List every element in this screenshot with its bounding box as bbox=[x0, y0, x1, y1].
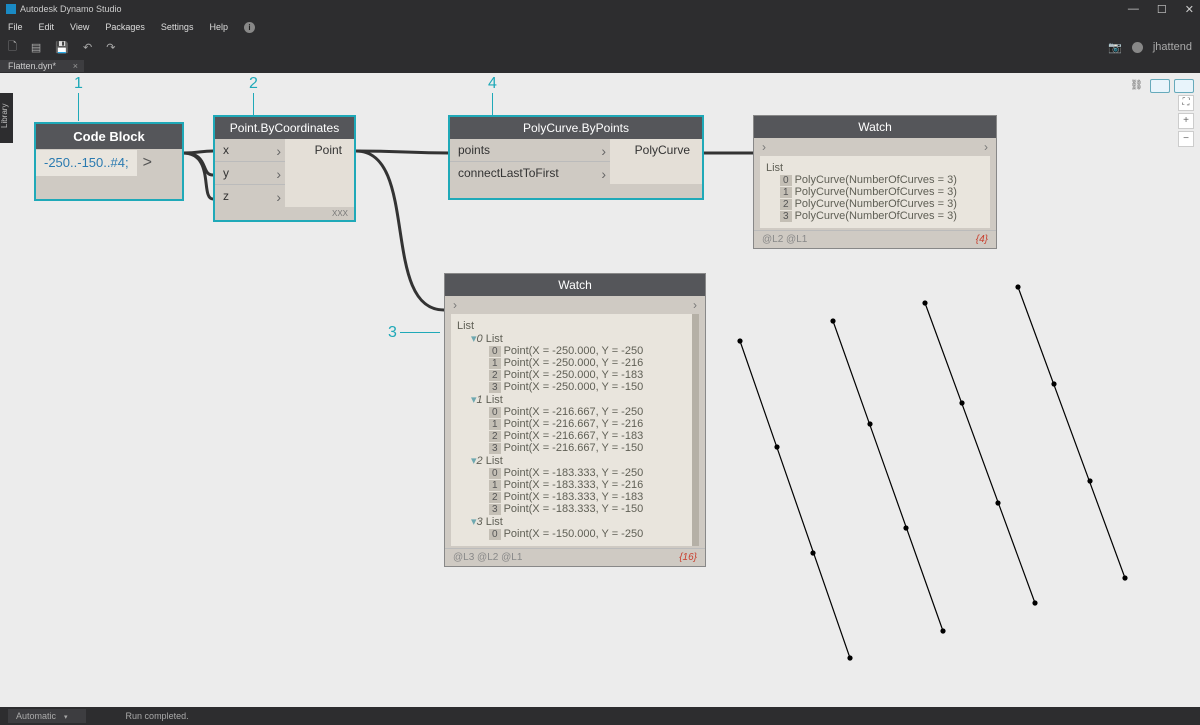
annotation-line bbox=[253, 93, 254, 115]
menu-view[interactable]: View bbox=[70, 22, 89, 32]
menu-settings[interactable]: Settings bbox=[161, 22, 194, 32]
document-tab[interactable]: Flatten.dyn* × bbox=[0, 60, 84, 72]
fit-view-button[interactable]: ⛶ bbox=[1178, 95, 1194, 111]
input-port-x[interactable]: x bbox=[215, 139, 285, 162]
output-port[interactable]: > bbox=[137, 149, 158, 177]
app-title: Autodesk Dynamo Studio bbox=[20, 4, 122, 14]
open-file-icon[interactable]: ▤ bbox=[31, 41, 41, 54]
code-block-node[interactable]: Code Block -250..-150..#4; > bbox=[34, 122, 184, 201]
node-title: Watch bbox=[445, 274, 705, 296]
code-text[interactable]: -250..-150..#4; bbox=[36, 150, 137, 176]
menu-help[interactable]: Help bbox=[209, 22, 228, 32]
node-title: Watch bbox=[754, 116, 996, 138]
watch-out-port[interactable]: › bbox=[693, 298, 697, 312]
minimize-button[interactable]: — bbox=[1128, 3, 1139, 16]
watch-output[interactable]: List▾0 List0Point(X = -250.000, Y = -250… bbox=[451, 314, 699, 546]
input-port-y[interactable]: y bbox=[215, 162, 285, 185]
menubar: File Edit View Packages Settings Help i bbox=[0, 18, 1200, 36]
annotation-line bbox=[400, 332, 440, 333]
watch-node-2[interactable]: Watch › › List▾0 List0Point(X = -250.000,… bbox=[444, 273, 706, 567]
annotation-1: 1 bbox=[74, 75, 83, 93]
watch-output: List 0PolyCurve(NumberOfCurves = 3) 1Pol… bbox=[760, 156, 990, 228]
input-port-connectlast[interactable]: connectLastToFirst bbox=[450, 162, 610, 184]
graph-view-icon[interactable] bbox=[1150, 79, 1170, 93]
close-button[interactable]: ✕ bbox=[1185, 3, 1194, 16]
watch-levels[interactable]: @L3 @L2 @L1 bbox=[453, 552, 522, 563]
username[interactable]: jhattend bbox=[1153, 41, 1192, 53]
input-port-z[interactable]: z bbox=[215, 185, 285, 207]
zoom-out-button[interactable]: − bbox=[1178, 131, 1194, 147]
3d-view-icon[interactable] bbox=[1174, 79, 1194, 93]
camera-icon[interactable]: 📷 bbox=[1108, 41, 1122, 54]
undo-icon[interactable]: ↶ bbox=[83, 41, 92, 54]
watch-in-port[interactable]: › bbox=[762, 140, 766, 154]
annotation-2: 2 bbox=[249, 75, 258, 93]
node-title: PolyCurve.ByPoints bbox=[450, 117, 702, 139]
app-logo-icon bbox=[6, 4, 16, 14]
new-file-icon[interactable]: 🗋 bbox=[8, 38, 17, 57]
annotation-3: 3 bbox=[388, 324, 397, 342]
status-message: Run completed. bbox=[126, 711, 189, 721]
user-avatar-icon[interactable] bbox=[1132, 42, 1143, 53]
watch-count: {4} bbox=[976, 234, 988, 245]
annotation-line bbox=[492, 93, 493, 115]
point-bycoordinates-node[interactable]: Point.ByCoordinates x y z Point XXX bbox=[213, 115, 356, 222]
annotation-4: 4 bbox=[488, 75, 497, 93]
geometry-preview bbox=[720, 273, 1180, 673]
polycurve-bypoints-node[interactable]: PolyCurve.ByPoints points connectLastToF… bbox=[448, 115, 704, 200]
annotation-line bbox=[78, 93, 79, 121]
library-panel-tab[interactable]: Library bbox=[0, 93, 13, 143]
output-port-point[interactable]: Point bbox=[285, 139, 354, 161]
watch-out-port[interactable]: › bbox=[984, 140, 988, 154]
maximize-button[interactable]: ☐ bbox=[1157, 3, 1167, 16]
save-icon[interactable]: 💾 bbox=[55, 41, 69, 54]
statusbar: Automatic Run completed. bbox=[0, 707, 1200, 725]
output-port-polycurve[interactable]: PolyCurve bbox=[610, 139, 702, 161]
node-title: Code Block bbox=[36, 124, 182, 149]
zoom-in-button[interactable]: + bbox=[1178, 113, 1194, 129]
menu-edit[interactable]: Edit bbox=[39, 22, 55, 32]
tab-label: Flatten.dyn* bbox=[8, 61, 56, 71]
tabbar: Flatten.dyn* × bbox=[0, 58, 1200, 73]
info-icon[interactable]: i bbox=[244, 22, 255, 33]
titlebar: Autodesk Dynamo Studio — ☐ ✕ bbox=[0, 0, 1200, 18]
node-title: Point.ByCoordinates bbox=[215, 117, 354, 139]
watch-count: {16} bbox=[679, 552, 697, 563]
link-icon[interactable]: ⛓ bbox=[1127, 79, 1146, 93]
tab-close-icon[interactable]: × bbox=[73, 61, 78, 71]
menu-file[interactable]: File bbox=[8, 22, 23, 32]
toolbar: 🗋 ▤ 💾 ↶ ↷ 📷 jhattend bbox=[0, 36, 1200, 58]
run-mode-dropdown[interactable]: Automatic bbox=[8, 709, 86, 723]
redo-icon[interactable]: ↷ bbox=[106, 41, 115, 54]
watch-in-port[interactable]: › bbox=[453, 298, 457, 312]
node-lacing[interactable]: XXX bbox=[215, 207, 354, 220]
canvas[interactable]: Library ⛓ ⛶ + − 1 2 4 3 Code Block -250.… bbox=[0, 73, 1200, 707]
input-port-points[interactable]: points bbox=[450, 139, 610, 162]
menu-packages[interactable]: Packages bbox=[105, 22, 145, 32]
watch-node-1[interactable]: Watch › › List 0PolyCurve(NumberOfCurves … bbox=[753, 115, 997, 249]
view-controls: ⛓ ⛶ + − bbox=[1127, 79, 1194, 147]
watch-levels[interactable]: @L2 @L1 bbox=[762, 234, 807, 245]
